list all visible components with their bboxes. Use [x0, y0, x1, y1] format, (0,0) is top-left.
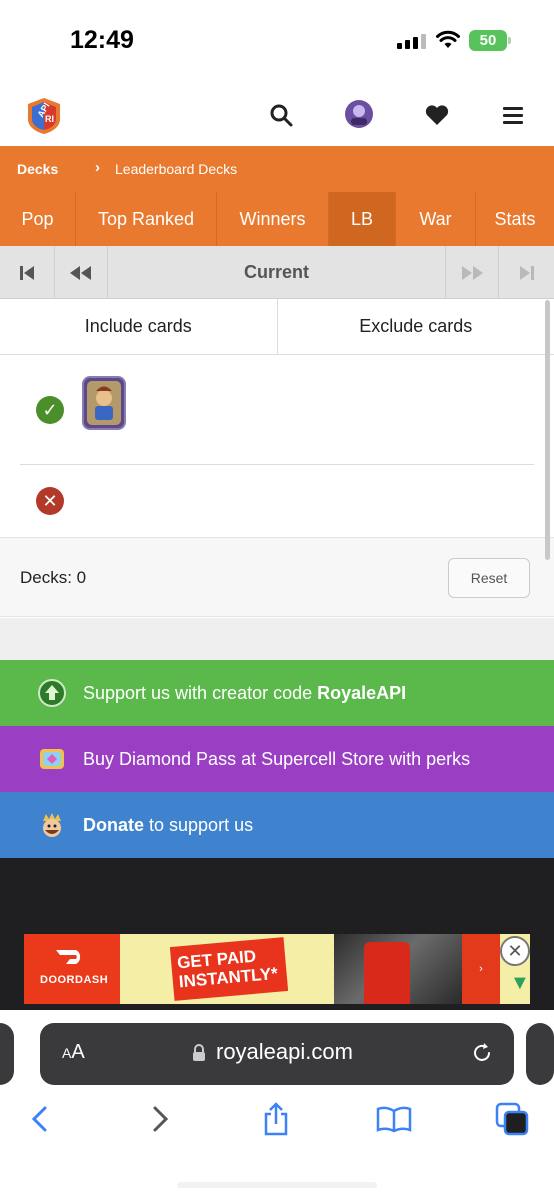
previous-tab-pill[interactable]	[0, 1023, 14, 1085]
pagination-bar: Current	[0, 246, 554, 299]
ad-brand-panel: DOORDASH	[24, 934, 120, 1004]
exclude-cards-tab[interactable]: Exclude cards	[276, 299, 554, 354]
skip-last-icon	[519, 265, 534, 280]
reset-button[interactable]: Reset	[448, 558, 530, 598]
cellular-signal-icon	[397, 33, 426, 49]
back-chevron-icon	[31, 1106, 47, 1132]
rewind-icon	[70, 265, 91, 280]
next-tab-pill[interactable]	[526, 1023, 554, 1085]
card-filter-tabs: Include cards Exclude cards	[0, 299, 554, 355]
menu-icon[interactable]	[500, 102, 526, 128]
king-emote-icon	[43, 813, 61, 837]
reload-icon[interactable]	[470, 1041, 494, 1065]
donate-label: Donate	[83, 815, 145, 835]
skip-first-icon	[20, 265, 34, 280]
share-icon	[264, 1102, 288, 1136]
next-page-button[interactable]	[446, 246, 499, 299]
upgrade-arrow-icon	[38, 679, 66, 707]
breadcrumb-leaderboard-decks[interactable]: Leaderboard Decks	[115, 161, 237, 177]
previous-page-button[interactable]	[55, 246, 108, 299]
breadcrumb-separator-icon: ›	[95, 159, 100, 176]
avatar-icon[interactable]	[343, 98, 375, 130]
reader-settings-button[interactable]: AA	[62, 1041, 85, 1064]
current-page-button[interactable]: Current	[108, 246, 446, 299]
donate-banner[interactable]: Donate to support us	[0, 792, 554, 858]
forward-chevron-icon	[153, 1106, 169, 1132]
card-thumbnail[interactable]	[82, 376, 126, 430]
status-bar: 12:49 50	[0, 0, 554, 80]
heart-icon[interactable]	[424, 102, 450, 128]
back-button[interactable]	[22, 1101, 58, 1137]
decks-count: Decks: 0	[20, 568, 87, 587]
excluded-cards-row: ✕	[0, 465, 554, 537]
bookmarks-button[interactable]	[376, 1101, 412, 1137]
ad-choice-icon[interactable]: ▼	[510, 972, 530, 995]
doordash-ad-banner[interactable]: DOORDASH GET PAID INSTANTLY* › ✕ ▼	[24, 934, 530, 1004]
include-cards-tab[interactable]: Include cards	[0, 299, 277, 354]
creator-code-banner[interactable]: Support us with creator code RoyaleAPI	[0, 660, 554, 726]
battery-indicator: 50	[469, 30, 511, 51]
tabs-icon	[495, 1102, 529, 1136]
tab-pop[interactable]: Pop	[0, 192, 76, 246]
logo-text-bottom: RI	[45, 114, 54, 124]
diamond-pass-text: Buy Diamond Pass at Supercell Store with…	[83, 749, 471, 769]
donate-text: to support us	[144, 815, 254, 835]
tab-stats[interactable]: Stats	[476, 192, 554, 246]
fast-forward-icon	[462, 265, 483, 280]
diamond-pass-banner[interactable]: Buy Diamond Pass at Supercell Store with…	[0, 726, 554, 792]
tab-winners[interactable]: Winners	[217, 192, 329, 246]
browser-address-bar[interactable]: AA royaleapi.com	[40, 1023, 514, 1085]
url-text[interactable]: royaleapi.com	[216, 1039, 353, 1065]
exclude-x-icon: ✕	[36, 487, 64, 515]
tab-lb[interactable]: LB	[329, 192, 396, 246]
diamond-pass-icon	[40, 749, 64, 769]
tab-war[interactable]: War	[396, 192, 476, 246]
deck-tabs: Pop Top Ranked Winners LB War Stats	[0, 192, 554, 246]
search-icon[interactable]	[268, 102, 294, 128]
first-page-button[interactable]	[0, 246, 55, 299]
ad-close-icon[interactable]: ✕	[500, 936, 530, 966]
ad-headline: GET PAID INSTANTLY*	[169, 937, 289, 1001]
status-time: 12:49	[70, 26, 134, 54]
section-spacer	[0, 618, 554, 660]
ad-brand-text: DOORDASH	[40, 974, 109, 986]
wifi-icon	[436, 30, 460, 48]
creator-code-text: Support us with creator code	[83, 683, 318, 703]
page-scrollbar[interactable]	[545, 300, 550, 560]
forward-button[interactable]	[142, 1101, 178, 1137]
tabs-button[interactable]	[494, 1101, 530, 1137]
breadcrumb: Decks › Leaderboard Decks	[0, 146, 554, 192]
battery-level: 50	[479, 32, 497, 49]
home-indicator	[177, 1182, 377, 1188]
last-page-button[interactable]	[499, 246, 554, 299]
breadcrumb-decks[interactable]: Decks	[17, 161, 58, 177]
deck-summary: Decks: 0 Reset	[0, 537, 554, 617]
included-cards-row: ✓	[0, 356, 554, 464]
royaleapi-logo[interactable]: API RI	[26, 97, 62, 140]
site-header: API RI	[0, 80, 554, 146]
ad-bag-image	[364, 942, 410, 1004]
share-button[interactable]	[258, 1101, 294, 1137]
book-icon	[376, 1106, 412, 1133]
include-check-icon: ✓	[36, 396, 64, 424]
doordash-logo-icon	[56, 950, 81, 964]
creator-code-value: RoyaleAPI	[317, 683, 407, 703]
ad-arrow-icon[interactable]: ›	[462, 934, 500, 1004]
lock-icon	[193, 1044, 205, 1061]
tab-top-ranked[interactable]: Top Ranked	[76, 192, 217, 246]
